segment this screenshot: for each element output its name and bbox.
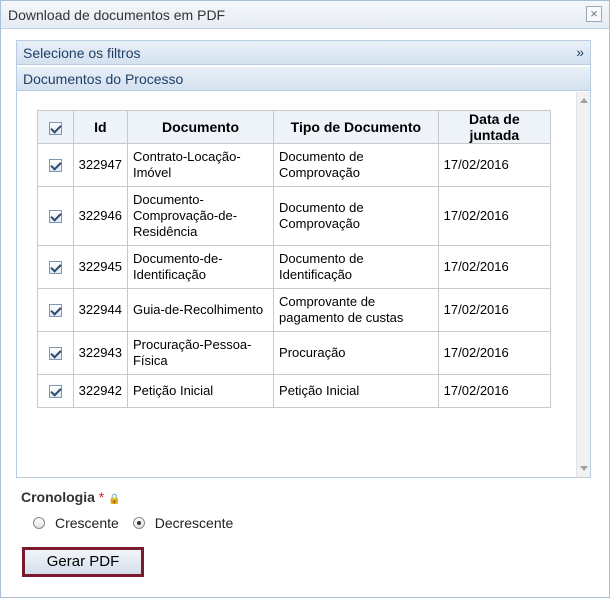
filters-header-label: Selecione os filtros xyxy=(23,45,141,61)
cell-tipo: Documento de Identificação xyxy=(273,245,439,289)
dialog-title: Download de documentos em PDF xyxy=(8,7,226,23)
cell-documento: Petição Inicial xyxy=(126,374,275,408)
cell-data: 17/02/2016 xyxy=(437,331,552,375)
header-data-juntada[interactable]: Data de juntada xyxy=(437,110,552,144)
radio-decrescente-circle[interactable] xyxy=(132,517,145,529)
gerar-pdf-button[interactable]: Gerar PDF xyxy=(22,547,144,577)
documents-scroll-area[interactable]: Id Documento Tipo de Documento Data de j… xyxy=(17,92,590,477)
lock-icon: 🔒 xyxy=(108,494,121,505)
header-id[interactable]: Id xyxy=(72,110,128,144)
close-button[interactable]: × xyxy=(586,6,602,22)
required-mark: * xyxy=(98,489,105,505)
documents-header-label: Documentos do Processo xyxy=(23,71,184,87)
row-select-cell xyxy=(37,374,74,408)
documents-panel: Selecione os filtros » Documentos do Pro… xyxy=(16,40,591,478)
select-all-checkbox[interactable] xyxy=(48,121,62,135)
row-select-cell xyxy=(37,331,74,375)
table-row[interactable]: 322942 Petição Inicial Petição Inicial 1… xyxy=(37,374,552,408)
cell-documento: Documento-Comprovação-de-Residência xyxy=(126,186,275,246)
row-checkbox[interactable] xyxy=(48,210,62,224)
documents-header[interactable]: Documentos do Processo xyxy=(17,67,590,91)
download-pdf-dialog: Download de documentos em PDF × Selecion… xyxy=(0,0,610,598)
cell-id: 322943 xyxy=(72,331,128,375)
scroll-up-icon[interactable] xyxy=(580,98,588,103)
table-row[interactable]: 322945 Documento-de-Identificação Docume… xyxy=(37,245,552,289)
row-checkbox[interactable] xyxy=(48,261,62,275)
radio-decrescente[interactable]: Decrescente xyxy=(132,515,234,531)
filters-header[interactable]: Selecione os filtros » xyxy=(17,41,590,65)
row-select-cell xyxy=(37,143,74,187)
vertical-scrollbar[interactable] xyxy=(576,92,590,477)
cell-documento: Guia-de-Recolhimento xyxy=(126,288,275,332)
radio-decrescente-label: Decrescente xyxy=(154,515,234,531)
cronologia-radio-group: Crescente Decrescente xyxy=(33,515,243,532)
row-checkbox[interactable] xyxy=(48,304,62,318)
cell-tipo: Documento de Comprovação xyxy=(273,143,439,187)
row-select-cell xyxy=(37,245,74,289)
cell-id: 322945 xyxy=(72,245,128,289)
cell-tipo: Petição Inicial xyxy=(273,374,439,408)
scroll-down-icon[interactable] xyxy=(580,466,588,471)
row-checkbox[interactable] xyxy=(48,385,62,399)
row-select-cell xyxy=(37,288,74,332)
radio-crescente[interactable]: Crescente xyxy=(33,515,119,531)
cell-data: 17/02/2016 xyxy=(437,143,552,187)
table-row[interactable]: 322944 Guia-de-Recolhimento Comprovante … xyxy=(37,288,552,332)
cell-tipo: Procuração xyxy=(273,331,439,375)
cell-id: 322942 xyxy=(72,374,128,408)
cronologia-label: Cronologia * 🔒 xyxy=(21,489,121,505)
select-all-header xyxy=(37,110,74,144)
cell-data: 17/02/2016 xyxy=(437,245,552,289)
cell-data: 17/02/2016 xyxy=(437,288,552,332)
row-checkbox[interactable] xyxy=(48,347,62,361)
cell-documento: Procuração-Pessoa-Física xyxy=(126,331,275,375)
cell-tipo: Documento de Comprovação xyxy=(273,186,439,246)
row-checkbox[interactable] xyxy=(48,159,62,173)
table-row[interactable]: 322947 Contrato-Locação-Imóvel Documento… xyxy=(37,143,552,187)
cell-data: 17/02/2016 xyxy=(437,374,552,408)
header-documento[interactable]: Documento xyxy=(126,110,275,144)
table-row[interactable]: 322946 Documento-Comprovação-de-Residênc… xyxy=(37,186,552,246)
chevron-right-icon[interactable]: » xyxy=(576,44,584,60)
cell-id: 322947 xyxy=(72,143,128,187)
header-tipo-documento[interactable]: Tipo de Documento xyxy=(273,110,439,144)
cell-id: 322946 xyxy=(72,186,128,246)
radio-crescente-label: Crescente xyxy=(55,515,119,531)
cell-documento: Contrato-Locação-Imóvel xyxy=(126,143,275,187)
cell-data: 17/02/2016 xyxy=(437,186,552,246)
cell-documento: Documento-de-Identificação xyxy=(126,245,275,289)
table-row[interactable]: 322943 Procuração-Pessoa-Física Procuraç… xyxy=(37,331,552,375)
cell-id: 322944 xyxy=(72,288,128,332)
dialog-titlebar: Download de documentos em PDF × xyxy=(1,1,609,29)
row-select-cell xyxy=(37,186,74,246)
cronologia-text: Cronologia xyxy=(21,489,95,505)
radio-crescente-circle[interactable] xyxy=(33,517,45,529)
cell-tipo: Comprovante de pagamento de custas xyxy=(273,288,439,332)
table-header-row: Id Documento Tipo de Documento Data de j… xyxy=(37,110,552,144)
documents-table: Id Documento Tipo de Documento Data de j… xyxy=(37,110,552,408)
